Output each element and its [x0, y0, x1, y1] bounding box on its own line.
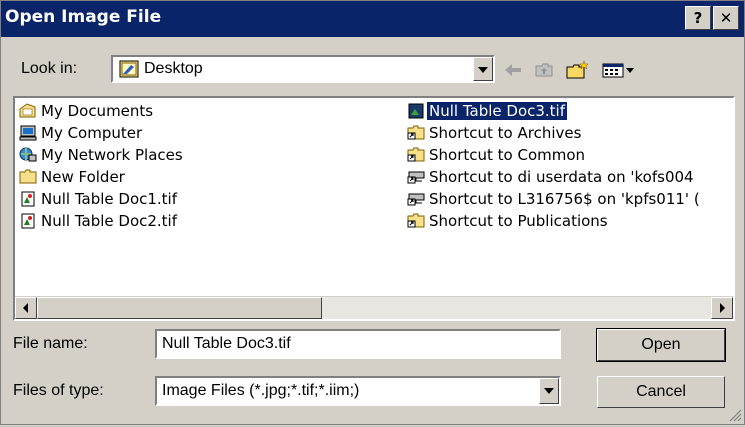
list-item[interactable]: Shortcut to L316756$ on 'kpfs011' (	[407, 188, 702, 210]
view-menu-icon	[602, 63, 634, 78]
folder-shortcut-icon	[407, 147, 425, 163]
list-item[interactable]: Shortcut to di userdata on 'kofs004	[407, 166, 696, 188]
image-file-icon	[407, 103, 425, 119]
list-item[interactable]: My Computer	[19, 122, 144, 144]
scroll-right-button[interactable]	[711, 297, 733, 319]
desktop-icon	[119, 60, 139, 78]
back-button[interactable]	[499, 58, 527, 82]
image-file-icon	[19, 213, 37, 229]
new-folder-button[interactable]	[563, 58, 593, 82]
list-item[interactable]: Shortcut to Common	[407, 144, 587, 166]
new-folder-icon	[566, 60, 589, 79]
list-item[interactable]: Shortcut to Publications	[407, 210, 610, 232]
network-drive-shortcut-icon	[407, 191, 425, 207]
list-item[interactable]: My Documents	[19, 100, 155, 122]
list-item-selected[interactable]: Null Table Doc3.tif	[407, 100, 568, 122]
network-icon	[19, 147, 37, 163]
open-image-file-dialog: Open Image File ? ✕ Look in: Desktop My …	[0, 0, 745, 425]
list-item[interactable]: My Network Places	[19, 144, 185, 166]
cancel-button[interactable]: Cancel	[597, 376, 725, 408]
up-one-level-icon	[535, 63, 553, 77]
look-in-label: Look in:	[21, 60, 78, 77]
files-of-type-select[interactable]: Image Files (*.jpg;*.tif;*.iim;)	[155, 376, 561, 406]
open-button[interactable]: Open	[596, 328, 726, 362]
close-button[interactable]: ✕	[713, 6, 739, 30]
files-of-type-label: Files of type:	[13, 382, 104, 399]
dialog-title: Open Image File	[5, 7, 162, 27]
folder-icon	[19, 169, 37, 185]
title-bar[interactable]: Open Image File ? ✕	[1, 1, 744, 37]
scroll-left-button[interactable]	[15, 297, 37, 319]
scroll-right-arrow-icon	[720, 303, 725, 313]
image-file-icon	[19, 191, 37, 207]
list-item[interactable]: Shortcut to Archives	[407, 122, 583, 144]
file-name-label: File name:	[13, 335, 88, 352]
up-folder-button[interactable]	[531, 58, 557, 82]
list-item[interactable]: Null Table Doc2.tif	[19, 210, 179, 232]
scroll-left-arrow-icon	[23, 303, 28, 313]
files-of-type-value: Image Files (*.jpg;*.tif;*.iim;)	[162, 382, 360, 399]
folder-shortcut-icon	[407, 213, 425, 229]
look-in-dropdown-button[interactable]	[473, 57, 493, 81]
horizontal-scrollbar[interactable]	[15, 296, 733, 319]
view-menu-button[interactable]	[599, 58, 639, 82]
list-item[interactable]: Null Table Doc1.tif	[19, 188, 179, 210]
look-in-combo[interactable]: Desktop	[111, 55, 495, 83]
back-arrow-icon	[505, 64, 521, 76]
network-drive-shortcut-icon	[407, 169, 425, 185]
file-name-value: Null Table Doc3.tif	[162, 335, 291, 352]
file-name-input[interactable]: Null Table Doc3.tif	[155, 329, 561, 359]
file-list[interactable]: My Documents My Computer My Network Plac…	[13, 96, 735, 321]
my-documents-icon	[19, 103, 37, 119]
files-of-type-dropdown-button[interactable]	[539, 378, 559, 404]
scroll-thumb[interactable]	[37, 297, 322, 319]
resize-grip-icon[interactable]	[728, 408, 742, 422]
folder-shortcut-icon	[407, 125, 425, 141]
computer-icon	[19, 125, 37, 141]
look-in-value: Desktop	[144, 60, 203, 77]
list-item[interactable]: New Folder	[19, 166, 127, 188]
help-button[interactable]: ?	[685, 6, 711, 30]
